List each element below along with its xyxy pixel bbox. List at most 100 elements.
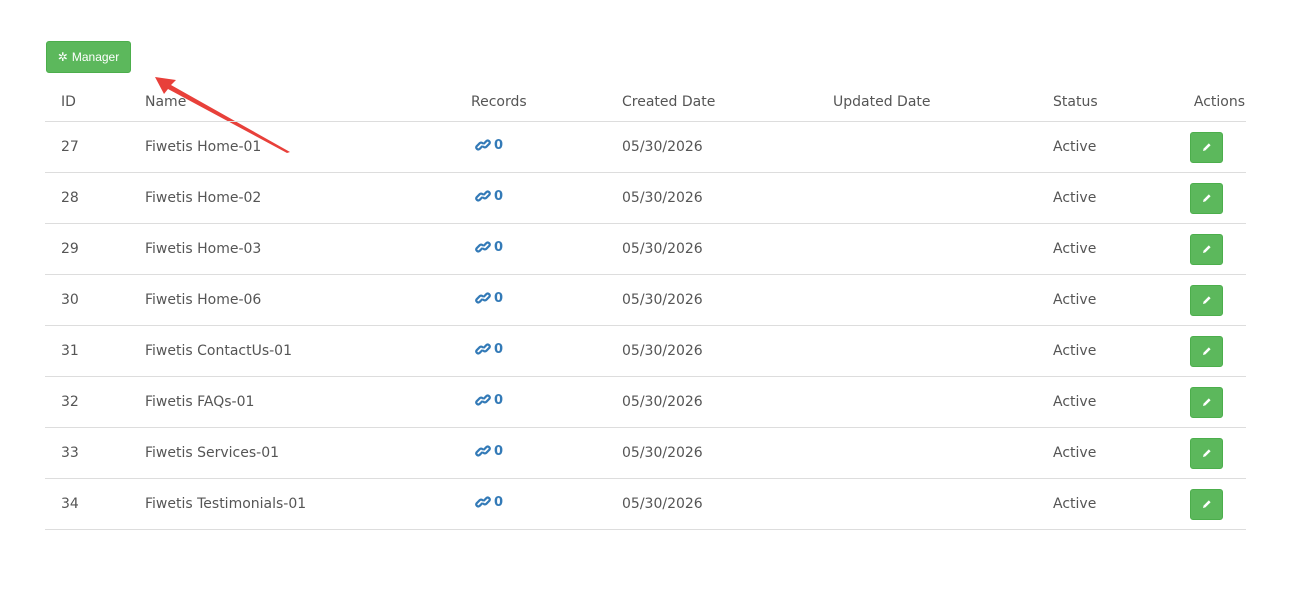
- cell-name: Fiwetis Home-06: [145, 274, 471, 326]
- header-status[interactable]: Status: [1053, 83, 1163, 122]
- link-icon: [475, 443, 491, 459]
- cell-actions: [1163, 121, 1246, 173]
- cell-updated-date: [833, 274, 1053, 326]
- records-link[interactable]: 0: [475, 188, 503, 204]
- link-icon: [475, 290, 491, 306]
- table-row: 31 Fiwetis ContactUs-01 0 05/30/2026 Active: [45, 325, 1246, 377]
- manager-button[interactable]: ✲ Manager: [46, 41, 131, 73]
- cell-id: 34: [45, 478, 145, 530]
- records-link[interactable]: 0: [475, 443, 503, 459]
- cell-id: 29: [45, 223, 145, 275]
- pencil-icon: [1201, 141, 1213, 153]
- records-link[interactable]: 0: [475, 392, 503, 408]
- cell-updated-date: [833, 376, 1053, 428]
- table-header-row: ID Name Records Created Date Updated Dat…: [45, 83, 1246, 122]
- header-name[interactable]: Name: [145, 83, 471, 122]
- table-row: 28 Fiwetis Home-02 0 05/30/2026 Active: [45, 172, 1246, 224]
- edit-button[interactable]: [1190, 284, 1223, 316]
- cell-records: 0: [471, 478, 622, 530]
- cell-id: 31: [45, 325, 145, 377]
- cell-records: 0: [471, 121, 622, 173]
- cell-name: Fiwetis Testimonials-01: [145, 478, 471, 530]
- manager-button-label: Manager: [71, 50, 120, 64]
- cell-status: Active: [1053, 427, 1163, 479]
- pencil-icon: [1201, 294, 1213, 306]
- table-row: 32 Fiwetis FAQs-01 0 05/30/2026 Active: [45, 376, 1246, 428]
- cell-records: 0: [471, 223, 622, 275]
- cell-records: 0: [471, 427, 622, 479]
- cell-created-date: 05/30/2026: [622, 376, 833, 428]
- records-count: 0: [494, 137, 504, 153]
- cell-actions: [1163, 172, 1246, 224]
- cell-created-date: 05/30/2026: [622, 172, 833, 224]
- edit-button[interactable]: [1190, 488, 1223, 520]
- cell-records: 0: [471, 172, 622, 224]
- cell-created-date: 05/30/2026: [622, 325, 833, 377]
- pencil-icon: [1201, 345, 1213, 357]
- records-count: 0: [494, 494, 504, 510]
- records-count: 0: [494, 239, 504, 255]
- records-link[interactable]: 0: [475, 290, 503, 306]
- cell-status: Active: [1053, 325, 1163, 377]
- cell-actions: [1163, 325, 1246, 377]
- records-link[interactable]: 0: [475, 341, 503, 357]
- cell-id: 30: [45, 274, 145, 326]
- cell-id: 32: [45, 376, 145, 428]
- cell-created-date: 05/30/2026: [622, 223, 833, 275]
- cell-updated-date: [833, 427, 1053, 479]
- edit-button[interactable]: [1190, 386, 1223, 418]
- cell-created-date: 05/30/2026: [622, 121, 833, 173]
- records-count: 0: [494, 188, 504, 204]
- cell-records: 0: [471, 274, 622, 326]
- link-icon: [475, 239, 491, 255]
- gear-icon: ✲: [57, 50, 68, 64]
- records-link[interactable]: 0: [475, 494, 503, 510]
- cell-status: Active: [1053, 478, 1163, 530]
- cell-status: Active: [1053, 274, 1163, 326]
- link-icon: [475, 137, 491, 153]
- header-records[interactable]: Records: [471, 83, 622, 122]
- records-link[interactable]: 0: [475, 239, 503, 255]
- edit-button[interactable]: [1190, 233, 1223, 265]
- table-row: 27 Fiwetis Home-01 0 05/30/2026 Active: [45, 121, 1246, 173]
- cell-created-date: 05/30/2026: [622, 478, 833, 530]
- cell-created-date: 05/30/2026: [622, 427, 833, 479]
- edit-button[interactable]: [1190, 437, 1223, 469]
- records-count: 0: [494, 392, 504, 408]
- edit-button[interactable]: [1190, 131, 1223, 163]
- edit-button[interactable]: [1190, 335, 1223, 367]
- edit-button[interactable]: [1190, 182, 1223, 214]
- header-created-date[interactable]: Created Date: [622, 83, 833, 122]
- cell-status: Active: [1053, 376, 1163, 428]
- link-icon: [475, 188, 491, 204]
- cell-updated-date: [833, 478, 1053, 530]
- pencil-icon: [1201, 396, 1213, 408]
- records-count: 0: [494, 341, 504, 357]
- link-icon: [475, 494, 491, 510]
- header-updated-date[interactable]: Updated Date: [833, 83, 1053, 122]
- table-row: 34 Fiwetis Testimonials-01 0 05/30/2026 Acti…: [45, 478, 1246, 530]
- cell-id: 28: [45, 172, 145, 224]
- cell-updated-date: [833, 172, 1053, 224]
- cell-id: 33: [45, 427, 145, 479]
- page: ✲ Manager ID Name Records Created Date U…: [0, 0, 1298, 589]
- cell-status: Active: [1053, 172, 1163, 224]
- table-body: 27 Fiwetis Home-01 0 05/30/2026 Active 28 Fiwe…: [45, 121, 1246, 530]
- cell-actions: [1163, 274, 1246, 326]
- cell-updated-date: [833, 223, 1053, 275]
- link-icon: [475, 341, 491, 357]
- records-link[interactable]: 0: [475, 137, 503, 153]
- cell-status: Active: [1053, 223, 1163, 275]
- cell-name: Fiwetis Home-03: [145, 223, 471, 275]
- cell-status: Active: [1053, 121, 1163, 173]
- link-icon: [475, 392, 491, 408]
- cell-updated-date: [833, 121, 1053, 173]
- cell-name: Fiwetis FAQs-01: [145, 376, 471, 428]
- cell-records: 0: [471, 376, 622, 428]
- records-count: 0: [494, 443, 504, 459]
- header-id[interactable]: ID: [45, 83, 145, 122]
- pencil-icon: [1201, 192, 1213, 204]
- pencil-icon: [1201, 243, 1213, 255]
- records-count: 0: [494, 290, 504, 306]
- table-row: 30 Fiwetis Home-06 0 05/30/2026 Active: [45, 274, 1246, 326]
